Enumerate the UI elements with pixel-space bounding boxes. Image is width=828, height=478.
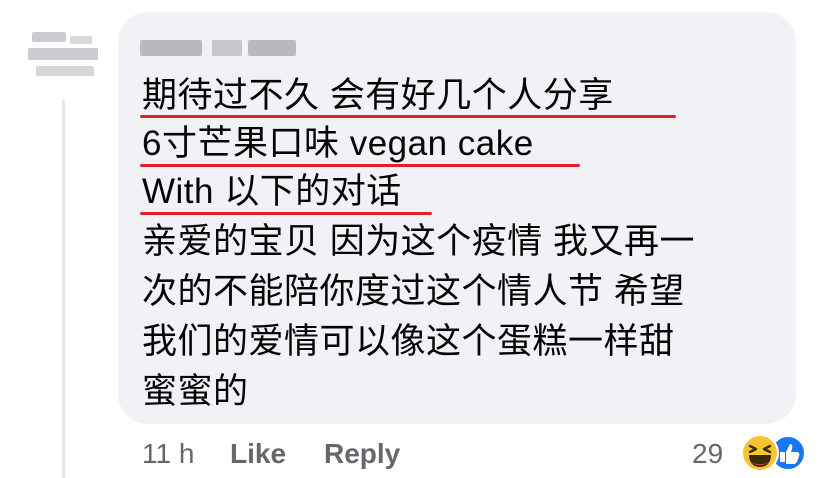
comment-line-2: 6寸芒果口味 vegan cake xyxy=(142,124,534,163)
like-button[interactable]: Like xyxy=(230,436,286,472)
comment-line-5: 次的不能陪你度过这个情人节 希望 xyxy=(142,272,685,311)
reply-button[interactable]: Reply xyxy=(324,436,400,472)
reactions-summary[interactable] xyxy=(738,432,808,474)
comment-line-7: 蜜蜜的 xyxy=(142,372,249,411)
comment-line-1: 期待过不久 会有好几个人分享 xyxy=(142,76,614,115)
highlight-underline-2 xyxy=(140,164,580,167)
comment-line-4: 亲爱的宝贝 因为这个疫情 我又再一 xyxy=(142,222,695,261)
timestamp[interactable]: 11 h xyxy=(142,436,194,472)
avatar[interactable] xyxy=(28,26,104,82)
comment-bubble xyxy=(118,12,796,424)
highlight-underline-1 xyxy=(140,115,676,118)
comment-line-3: With 以下的对话 xyxy=(142,172,402,211)
comment-thread-line xyxy=(62,100,65,478)
author-name-redacted[interactable] xyxy=(140,36,300,58)
highlight-underline-3 xyxy=(140,212,432,215)
laugh-emoji-icon xyxy=(741,434,779,472)
comment-line-6: 我们的爱情可以像这个蛋糕一样甜 xyxy=(142,322,675,361)
reaction-count[interactable]: 29 xyxy=(692,436,723,472)
